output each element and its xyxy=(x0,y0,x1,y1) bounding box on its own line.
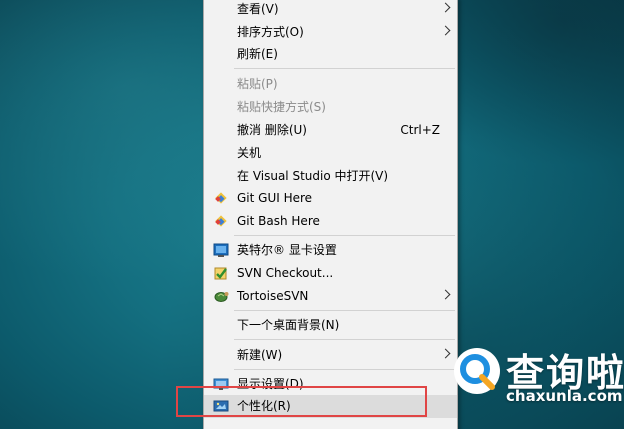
menu-item-next-background[interactable]: 下一个桌面背景(N) xyxy=(204,314,457,336)
menu-item-label: 撤消 删除(U) xyxy=(237,123,307,137)
menu-separator xyxy=(234,68,455,69)
menu-item-shortcut: Ctrl+Z xyxy=(400,123,440,137)
menu-item-label: Git GUI Here xyxy=(237,191,313,205)
menu-item-label: 粘贴(P) xyxy=(237,77,278,91)
menu-item-label: 排序方式(O) xyxy=(237,25,304,39)
intel-graphics-icon xyxy=(213,243,229,257)
git-icon xyxy=(215,215,227,227)
menu-item-new[interactable]: 新建(W) xyxy=(204,344,457,366)
menu-item-git-gui[interactable]: Git GUI Here xyxy=(204,187,457,209)
menu-item-label: 英特尔® 显卡设置 xyxy=(237,243,337,257)
menu-item-label: SVN Checkout... xyxy=(237,266,334,280)
highlight-box xyxy=(176,386,427,417)
menu-item-label: TortoiseSVN xyxy=(237,289,309,303)
menu-item-paste[interactable]: 粘贴(P) xyxy=(204,73,457,95)
menu-item-undo-delete[interactable]: 撤消 删除(U) Ctrl+Z xyxy=(204,119,457,141)
menu-item-label: 新建(W) xyxy=(237,348,283,362)
desktop-context-menu: 查看(V) 排序方式(O) 刷新(E) 粘贴(P) 粘贴快捷方式(S) 撤消 删… xyxy=(203,0,458,429)
chevron-right-icon xyxy=(440,25,451,36)
git-icon xyxy=(215,192,227,204)
menu-item-label: 刷新(E) xyxy=(237,47,278,61)
menu-item-git-bash[interactable]: Git Bash Here xyxy=(204,210,457,232)
menu-item-view[interactable]: 查看(V) xyxy=(204,0,457,20)
menu-item-label: 在 Visual Studio 中打开(V) xyxy=(237,169,389,183)
menu-item-tortoisesvn[interactable]: TortoiseSVN xyxy=(204,285,457,307)
magnifier-logo-icon xyxy=(454,348,500,394)
tortoise-icon xyxy=(214,292,229,302)
menu-item-paste-shortcut[interactable]: 粘贴快捷方式(S) xyxy=(204,96,457,118)
menu-item-label: 关机 xyxy=(237,146,262,160)
menu-separator xyxy=(234,369,455,370)
watermark: 查询啦 chaxunla.com xyxy=(444,340,624,412)
menu-item-open-in-visual-studio[interactable]: 在 Visual Studio 中打开(V) xyxy=(204,165,457,187)
menu-item-refresh[interactable]: 刷新(E) xyxy=(204,43,457,65)
menu-item-sort-by[interactable]: 排序方式(O) xyxy=(204,21,457,43)
menu-item-label: Git Bash Here xyxy=(237,214,320,228)
chevron-right-icon xyxy=(440,2,451,13)
menu-separator xyxy=(234,235,455,236)
menu-item-label: 下一个桌面背景(N) xyxy=(237,318,340,332)
menu-item-shutdown[interactable]: 关机 xyxy=(204,142,457,164)
watermark-url: chaxunla.com xyxy=(506,387,623,405)
chevron-right-icon xyxy=(440,289,451,300)
menu-separator xyxy=(234,339,455,340)
menu-separator xyxy=(234,310,455,311)
menu-item-svn-checkout[interactable]: SVN Checkout... xyxy=(204,262,457,284)
menu-item-label: 查看(V) xyxy=(237,2,279,16)
menu-item-intel-graphics[interactable]: 英特尔® 显卡设置 xyxy=(204,239,457,261)
menu-item-label: 粘贴快捷方式(S) xyxy=(237,100,326,114)
svn-checkout-icon xyxy=(214,267,227,280)
